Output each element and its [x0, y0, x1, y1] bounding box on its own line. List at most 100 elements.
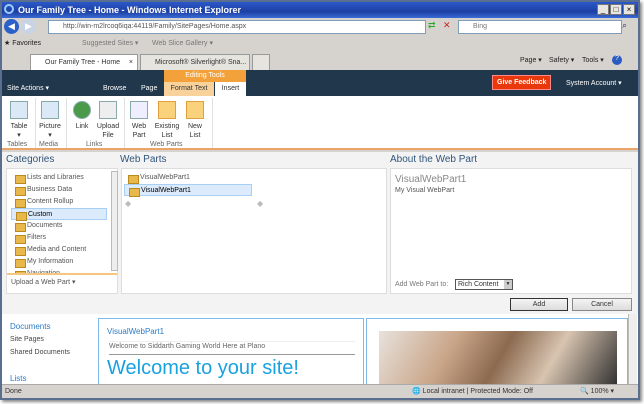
new-tab-button[interactable]: [252, 54, 270, 71]
picture-button[interactable]: Picture ▾: [37, 101, 63, 140]
group-media: Media: [39, 141, 59, 148]
status-bar: Done 🌐 Local intranet | Protected Mode: …: [2, 384, 638, 398]
tab-label: Our Family Tree - Home: [45, 59, 121, 66]
page-scrollbar[interactable]: [628, 314, 637, 384]
image-web-part: [366, 318, 628, 391]
new-list-button[interactable]: New List: [184, 101, 206, 140]
web-parts-list: VisualWebPart1 VisualWebPart1 ◆ ◆: [121, 168, 387, 294]
web-part-text: Welcome to Siddarth Gaming World Here at…: [109, 341, 355, 355]
zone-status: 🌐 Local intranet | Protected Mode: Off: [412, 388, 533, 395]
table-icon: [10, 101, 28, 119]
visual-web-part: VisualWebPart1 Welcome to Siddarth Gamin…: [98, 318, 364, 388]
minimize-button[interactable]: _: [597, 4, 609, 15]
upload-web-part-link[interactable]: Upload a Web Part ▾: [11, 278, 75, 286]
search-icon[interactable]: ⌕: [622, 20, 636, 34]
tab-our-family-tree[interactable]: Our Family Tree - Home ×: [30, 54, 138, 71]
picture-icon: [41, 101, 59, 119]
maximize-button[interactable]: □: [610, 4, 622, 15]
categories-heading: Categories: [6, 154, 55, 165]
add-to-label: Add Web Part to:: [395, 281, 449, 288]
table-button[interactable]: Table ▾: [7, 101, 31, 140]
forward-button[interactable]: ▶: [21, 19, 36, 34]
zone-text: Local intranet | Protected Mode: Off: [422, 388, 533, 395]
existing-list-button[interactable]: Existing List: [152, 101, 182, 140]
format-text-tab[interactable]: Format Text: [164, 82, 214, 96]
status-text: Done: [5, 388, 22, 395]
cancel-button[interactable]: Cancel: [572, 298, 632, 311]
web-parts-heading: Web Parts: [120, 154, 167, 165]
category-item[interactable]: Media and Content: [11, 244, 107, 256]
about-panel: VisualWebPart1 My Visual WebPart Add Web…: [390, 168, 632, 294]
browse-tab[interactable]: Browse: [103, 85, 126, 92]
add-to-select[interactable]: Rich Content ▼: [455, 279, 513, 290]
category-item[interactable]: Filters: [11, 232, 107, 244]
search-input[interactable]: Bing: [458, 20, 622, 34]
editing-tools-label: Editing Tools: [164, 70, 246, 82]
site-actions-menu[interactable]: Site Actions ▾: [7, 84, 49, 92]
category-item[interactable]: Custom: [11, 208, 107, 221]
tab-silverlight[interactable]: Microsoft® Silverlight® Sna...: [140, 54, 250, 71]
about-web-part-name: VisualWebPart1: [395, 174, 467, 185]
web-part-icon: [130, 101, 148, 119]
upload-file-button[interactable]: Upload File: [95, 101, 121, 140]
about-heading: About the Web Part: [390, 154, 478, 165]
help-icon[interactable]: ?: [612, 55, 622, 65]
category-item[interactable]: Lists and Libraries: [11, 172, 107, 184]
page-tab[interactable]: Page: [141, 85, 157, 92]
web-part-item[interactable]: VisualWebPart1: [124, 184, 252, 197]
refresh-button[interactable]: ⇄: [428, 20, 440, 34]
stop-button[interactable]: ✕: [443, 20, 455, 34]
web-slice-gallery[interactable]: Web Slice Gallery ▾: [152, 39, 213, 47]
globe-link-icon: [73, 101, 91, 119]
safety-menu[interactable]: Safety ▾: [549, 56, 574, 64]
group-links: Links: [86, 141, 103, 148]
feedback-button[interactable]: Give Feedback: [492, 75, 552, 90]
web-part-title[interactable]: VisualWebPart1: [107, 327, 164, 336]
ribbon: Table ▾ Picture ▾ Link Upload File Web Par…: [2, 96, 638, 150]
address-input[interactable]: http://win-m2lrcoq6iqa:44119/Family/Site…: [48, 20, 426, 34]
web-part-item[interactable]: VisualWebPart1: [124, 172, 252, 184]
category-item[interactable]: Business Data: [11, 184, 107, 196]
page-content: Documents Site Pages Shared Documents Li…: [2, 314, 638, 391]
account-menu[interactable]: System Account ▾: [566, 79, 622, 87]
people-photo: [379, 331, 617, 391]
next-arrow-icon[interactable]: ◆: [257, 199, 263, 208]
suggested-sites[interactable]: Suggested Sites ▾: [82, 39, 138, 47]
link-button[interactable]: Link: [72, 101, 92, 131]
insert-tab[interactable]: Insert: [215, 82, 246, 96]
zoom-control[interactable]: 🔍 100% ▾: [580, 385, 614, 398]
upload-icon: [99, 101, 117, 119]
tools-menu[interactable]: Tools ▾: [582, 56, 604, 64]
categories-list: Lists and Libraries Business Data Conten…: [6, 168, 118, 294]
nav-documents[interactable]: Documents: [10, 322, 50, 331]
categories-scrollbar[interactable]: [111, 171, 118, 271]
add-button[interactable]: Add: [510, 298, 568, 311]
nav-site-pages[interactable]: Site Pages: [10, 336, 44, 343]
page-menu[interactable]: Page ▾: [520, 56, 542, 64]
close-tab-icon[interactable]: ×: [129, 55, 133, 70]
prev-arrow-icon[interactable]: ◆: [125, 199, 131, 208]
about-web-part-desc: My Visual WebPart: [395, 187, 455, 194]
ie-icon: [4, 4, 14, 14]
group-web-parts: Web Parts: [150, 141, 183, 148]
dropdown-arrow-icon[interactable]: ▼: [504, 280, 512, 289]
add-to-value: Rich Content: [458, 281, 499, 288]
title-bar: Our Family Tree - Home - Windows Interne…: [2, 2, 638, 18]
web-part-button[interactable]: Web Part: [128, 101, 150, 140]
new-list-icon: [186, 101, 204, 119]
category-item[interactable]: My Information: [11, 256, 107, 268]
zoom-level: 100%: [590, 388, 609, 395]
welcome-heading: Welcome to your site!: [107, 357, 299, 379]
web-part-adder: Categories Web Parts About the Web Part …: [2, 152, 638, 314]
category-item[interactable]: Content Rollup: [11, 196, 107, 208]
sharepoint-topbar: Site Actions ▾ Browse Page Give Feedback…: [2, 70, 638, 96]
favorites-button[interactable]: ★ Favorites: [4, 39, 41, 47]
list-icon: [158, 101, 176, 119]
nav-shared-documents[interactable]: Shared Documents: [10, 349, 70, 356]
back-button[interactable]: ◀: [4, 19, 19, 34]
category-item[interactable]: Documents: [11, 220, 107, 232]
group-tables: Tables: [7, 141, 28, 148]
favorites-label: Favorites: [12, 40, 42, 47]
close-button[interactable]: ×: [623, 4, 635, 15]
nav-lists[interactable]: Lists: [10, 374, 26, 383]
